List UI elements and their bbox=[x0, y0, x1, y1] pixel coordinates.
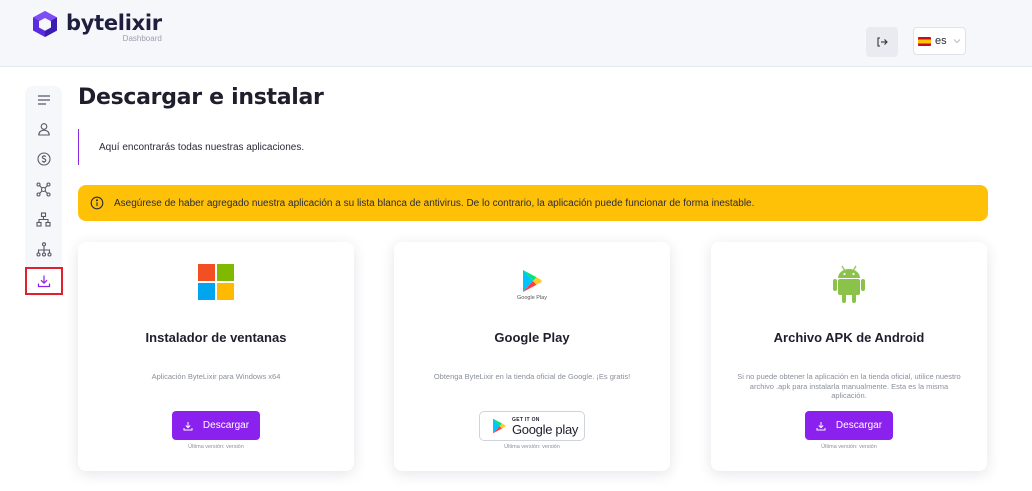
top-header: bytelixir Dashboard es bbox=[0, 0, 1032, 67]
intro-text: Aquí encontrarás todas nuestras aplicaci… bbox=[99, 141, 305, 153]
android-icon bbox=[833, 265, 865, 303]
badge-google-play: Google play bbox=[512, 421, 579, 437]
card-description: Si no puede obtener la aplicación en la … bbox=[737, 372, 961, 400]
chevron-down-icon bbox=[953, 39, 960, 44]
card-google-play: Google Play Google Play Obtenga ByteLixi… bbox=[394, 242, 670, 471]
card-title: Archivo APK de Android bbox=[773, 330, 925, 345]
language-select[interactable]: es bbox=[913, 27, 966, 55]
download-icon bbox=[183, 421, 193, 430]
dollar-icon bbox=[36, 152, 51, 166]
antivirus-warning-alert: Asegúrese de haber agregado nuestra apli… bbox=[78, 185, 988, 221]
brand-name: bytelixir bbox=[66, 11, 162, 35]
download-icon bbox=[37, 275, 51, 288]
brand-subtitle: Dashboard bbox=[122, 34, 162, 43]
language-value: es bbox=[935, 35, 947, 47]
card-description: Aplicación ByteLixir para Windows x64 bbox=[151, 372, 281, 381]
spain-flag-icon bbox=[918, 36, 931, 46]
intro-text-block: Aquí encontrarás todas nuestras aplicaci… bbox=[78, 129, 304, 165]
download-windows-button[interactable]: Descargar bbox=[172, 411, 260, 440]
sidebar-item-referrals[interactable] bbox=[29, 237, 58, 261]
sidebar-item-earnings[interactable] bbox=[29, 147, 58, 171]
sitemap-icon bbox=[36, 211, 51, 227]
sidebar-nav bbox=[25, 86, 63, 296]
network-icon bbox=[36, 181, 51, 197]
windows-logo-icon bbox=[198, 264, 234, 300]
page-title: Descargar e instalar bbox=[78, 85, 324, 110]
logout-icon bbox=[877, 37, 888, 47]
user-icon bbox=[37, 123, 50, 136]
hierarchy-icon bbox=[35, 241, 52, 257]
card-title: Instalador de ventanas bbox=[145, 330, 287, 345]
google-play-badge-button[interactable]: GET IT ON Google play bbox=[479, 411, 585, 441]
version-text: Última versión: versión bbox=[504, 444, 560, 450]
version-text: Última versión: versión bbox=[821, 444, 877, 450]
info-icon bbox=[90, 196, 104, 210]
card-title: Google Play bbox=[494, 330, 570, 345]
sidebar-item-menu[interactable] bbox=[29, 88, 58, 112]
card-windows-installer: Instalador de ventanas Aplicación ByteLi… bbox=[78, 242, 354, 471]
menu-icon bbox=[37, 95, 50, 105]
brand-logo[interactable]: bytelixir Dashboard bbox=[32, 10, 162, 43]
logo-hexagon-icon bbox=[33, 11, 57, 37]
sidebar-item-downloads[interactable] bbox=[25, 267, 63, 295]
card-android-apk: Archivo APK de Android Si no puede obten… bbox=[711, 242, 987, 471]
sidebar-item-network[interactable] bbox=[29, 177, 58, 201]
google-play-icon bbox=[493, 418, 506, 434]
download-button-label: Descargar bbox=[202, 420, 250, 431]
version-text: Última versión: versión bbox=[188, 444, 244, 450]
alert-text: Asegúrese de haber agregado nuestra apli… bbox=[114, 197, 755, 209]
download-button-label: Descargar bbox=[835, 420, 883, 431]
download-apk-button[interactable]: Descargar bbox=[805, 411, 893, 440]
download-icon bbox=[816, 421, 826, 430]
sidebar-item-profile[interactable] bbox=[29, 117, 58, 141]
logout-button[interactable] bbox=[866, 27, 898, 57]
card-description: Obtenga ByteLixir en la tienda oficial d… bbox=[433, 372, 631, 381]
google-play-icon bbox=[523, 270, 542, 292]
sidebar-item-structure[interactable] bbox=[29, 207, 58, 231]
google-play-icon-label: Google Play bbox=[517, 295, 547, 301]
